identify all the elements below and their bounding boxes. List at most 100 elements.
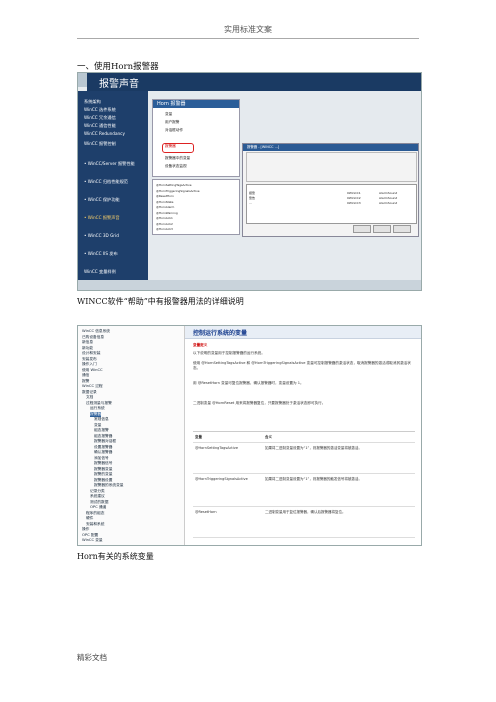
tree-item[interactable]: 数据记录 xyxy=(82,390,97,395)
tree-item[interactable]: OPC 通道 xyxy=(90,505,106,510)
table-cell: AlarmSound xyxy=(379,196,398,200)
screenshot-help-system: WinCC 信息系统 已购设备信息 新信息 新功能 设计和安装 安装发布 操作入… xyxy=(77,325,422,546)
tree-item[interactable]: OPC 配置 xyxy=(82,533,98,538)
tree-item[interactable]: 硬件 xyxy=(86,516,93,521)
horn-menu-item[interactable]: 对话框动作 xyxy=(165,128,183,133)
section-heading: 一、使用Horn报警器 xyxy=(77,62,159,72)
tree-item[interactable]: 操作 xyxy=(82,527,89,532)
tree-item[interactable]: 变量 xyxy=(94,423,101,428)
page-header: 实用标准文案 xyxy=(224,25,272,34)
tree-item[interactable]: 安装发布 xyxy=(82,357,97,362)
left-menu-item[interactable]: • WinCC IIS 发布 xyxy=(84,251,118,257)
left-menu-item[interactable]: WinCC 通信性能 xyxy=(84,123,116,129)
tree-item[interactable]: WinCC 变量 xyxy=(82,538,103,543)
table-header: 变量 xyxy=(195,435,202,439)
tree-item[interactable]: 使用 WinCC xyxy=(82,368,103,373)
caption-1: WINCC软件“帮助”中有报警器用法的详细说明 xyxy=(77,297,244,306)
table-row: @HornSettingTagsActive 如果将二进制变量设置为“1”，则报… xyxy=(193,443,415,474)
main-area: Horn 报警器 变量 用户报警 对话框动作 报警器 报警器中的变量 设备状态监… xyxy=(148,91,421,290)
doc-paragraph: 以下说明的变量用于控制报警器的运行系统。 xyxy=(193,351,265,355)
variable-item[interactable]: @HornTriggeringSignalsActive xyxy=(156,189,200,193)
variable-item[interactable]: @HornState xyxy=(156,200,173,204)
window-title: 报警声音 xyxy=(99,79,139,90)
tree-item[interactable]: 安装和系统 xyxy=(86,522,104,527)
left-menu-item[interactable]: • WinCC/Server 报警性能 xyxy=(84,161,135,167)
left-menu-item[interactable]: 系统架构 xyxy=(84,99,101,105)
tree-item[interactable]: 报警器变量 xyxy=(94,467,112,472)
dialog-options-group xyxy=(246,152,417,182)
table-cell: @HornSettingTagsActive xyxy=(195,446,238,450)
horn-menu-item[interactable]: 用户报警 xyxy=(165,120,179,125)
horn-panel-title: Horn 报警器 xyxy=(157,101,186,107)
left-menu-item[interactable]: WinCC 选件系统 xyxy=(84,107,116,113)
tree-item[interactable]: 设计和安装 xyxy=(82,351,100,356)
tree-item[interactable]: 报警器对话框 xyxy=(94,439,116,444)
left-menu-item[interactable]: WinCC 报警控制 xyxy=(84,141,116,147)
variable-item[interactable]: @HornAck2 xyxy=(156,222,173,226)
tree-item[interactable]: 报警 xyxy=(82,379,89,384)
doc-title-bar: 控制运行系统的变量 xyxy=(185,326,421,339)
tree-item[interactable]: 组态报警 xyxy=(94,428,109,433)
tree-item[interactable]: 报警的变量 xyxy=(94,472,112,477)
help-tree: WinCC 信息系统 已购设备信息 新信息 新功能 设计和安装 安装发布 操作入… xyxy=(78,326,185,545)
taskbar xyxy=(78,280,421,290)
variable-item[interactable]: @HornSettingTagsActive xyxy=(156,183,192,187)
tree-item[interactable]: 过程测量与报警 xyxy=(86,401,112,406)
table-cell: 警告 xyxy=(249,196,256,200)
horn-menu-item[interactable]: 报警器中的变量 xyxy=(165,156,190,161)
tree-item[interactable]: 通信 xyxy=(82,373,89,378)
tree-item[interactable]: 已购设备信息 xyxy=(82,335,104,340)
variable-item[interactable]: @HornAlarm xyxy=(156,205,174,209)
table-cell: 0WinCC3 xyxy=(347,201,361,205)
header-divider xyxy=(77,38,419,39)
tree-item[interactable]: 程序的组态 xyxy=(86,511,104,516)
tree-item[interactable]: 系统建议 xyxy=(90,494,105,499)
page-footer: 精彩文档 xyxy=(77,653,107,662)
tree-item-selected[interactable]: 报警器 xyxy=(90,411,102,417)
selection-highlight xyxy=(162,143,194,153)
table-cell: 二进制变量用于复位报警器，确认后报警器将复位。 xyxy=(265,510,346,514)
table-cell: @ResetHorn xyxy=(195,510,217,514)
help-button[interactable] xyxy=(393,225,411,233)
horn-dialog-title: 报警器 - [WINCC ...] xyxy=(247,145,280,149)
tree-item[interactable]: 新功能 xyxy=(82,346,93,351)
left-menu-item[interactable]: • WinCC 3D Grid xyxy=(84,233,119,238)
tree-item[interactable]: 运行系统 xyxy=(90,406,105,411)
tree-item[interactable]: 文档 xyxy=(86,395,93,400)
variable-item[interactable]: @ResetHorn xyxy=(156,194,174,198)
tree-item[interactable]: 报警器的系统变量 xyxy=(94,483,124,488)
tree-item[interactable]: 测试的数据 xyxy=(90,500,108,505)
tree-item[interactable]: 新信息 xyxy=(82,340,93,345)
ok-button[interactable] xyxy=(353,225,371,233)
tree-item[interactable]: 报警器设置 xyxy=(94,478,112,483)
horn-panel: Horn 报警器 变量 用户报警 对话框动作 报警器 报警器中的变量 设备状态监… xyxy=(152,99,240,177)
window-titlebar: 报警声音 xyxy=(87,73,421,91)
left-menu-item[interactable]: WinCC 冗余通信 xyxy=(84,115,116,121)
tree-item[interactable]: 组态报警器 xyxy=(94,434,112,439)
left-menu-item-active[interactable]: • WinCC 报警声音 xyxy=(84,215,120,221)
left-menu-item[interactable]: • WinCC 保护功能 xyxy=(84,197,120,203)
table-row: @ResetHorn 二进制变量用于复位报警器，确认后报警器将复位。 xyxy=(193,507,415,538)
tree-item[interactable]: 报警器信号 xyxy=(94,461,112,466)
horn-menu-item[interactable]: 设备状态监视 xyxy=(165,164,187,169)
variable-item[interactable]: @HornWarning xyxy=(156,211,178,215)
doc-subtitle: 变量定义 xyxy=(193,343,208,347)
variable-item[interactable]: @HornAck3 xyxy=(156,227,173,231)
left-menu: 系统架构 WinCC 选件系统 WinCC 冗余通信 WinCC 通信性能 Wi… xyxy=(78,91,148,290)
left-menu-item[interactable]: WinCC Redundancy xyxy=(84,131,125,136)
cancel-button[interactable] xyxy=(373,225,391,233)
tree-item[interactable]: 常规信息 xyxy=(94,417,109,422)
left-menu-item[interactable]: WinCC 变量样例 xyxy=(84,269,116,275)
tree-item[interactable]: WinCC 信息系统 xyxy=(82,329,110,334)
tree-item[interactable]: 添加信号 xyxy=(94,456,109,461)
tree-item[interactable]: 记录分类 xyxy=(90,489,105,494)
left-menu-item[interactable]: • WinCC 归档性能规范 xyxy=(84,179,128,185)
tree-item[interactable]: 操作入门 xyxy=(82,362,97,367)
tree-item[interactable]: 设置报警器 xyxy=(94,445,112,450)
variable-item[interactable]: @HornAck1 xyxy=(156,216,173,220)
tree-item[interactable]: WinCC 过程 xyxy=(82,384,103,389)
screenshot-horn-overview: 报警声音 系统架构 WinCC 选件系统 WinCC 冗余通信 WinCC 通信… xyxy=(77,72,422,291)
horn-menu-item[interactable]: 变量 xyxy=(165,112,172,117)
tree-item[interactable]: 确认报警器 xyxy=(94,450,112,455)
variables-table: 变量 含义 @HornSettingTagsActive 如果将二进制变量设置为… xyxy=(193,431,415,545)
